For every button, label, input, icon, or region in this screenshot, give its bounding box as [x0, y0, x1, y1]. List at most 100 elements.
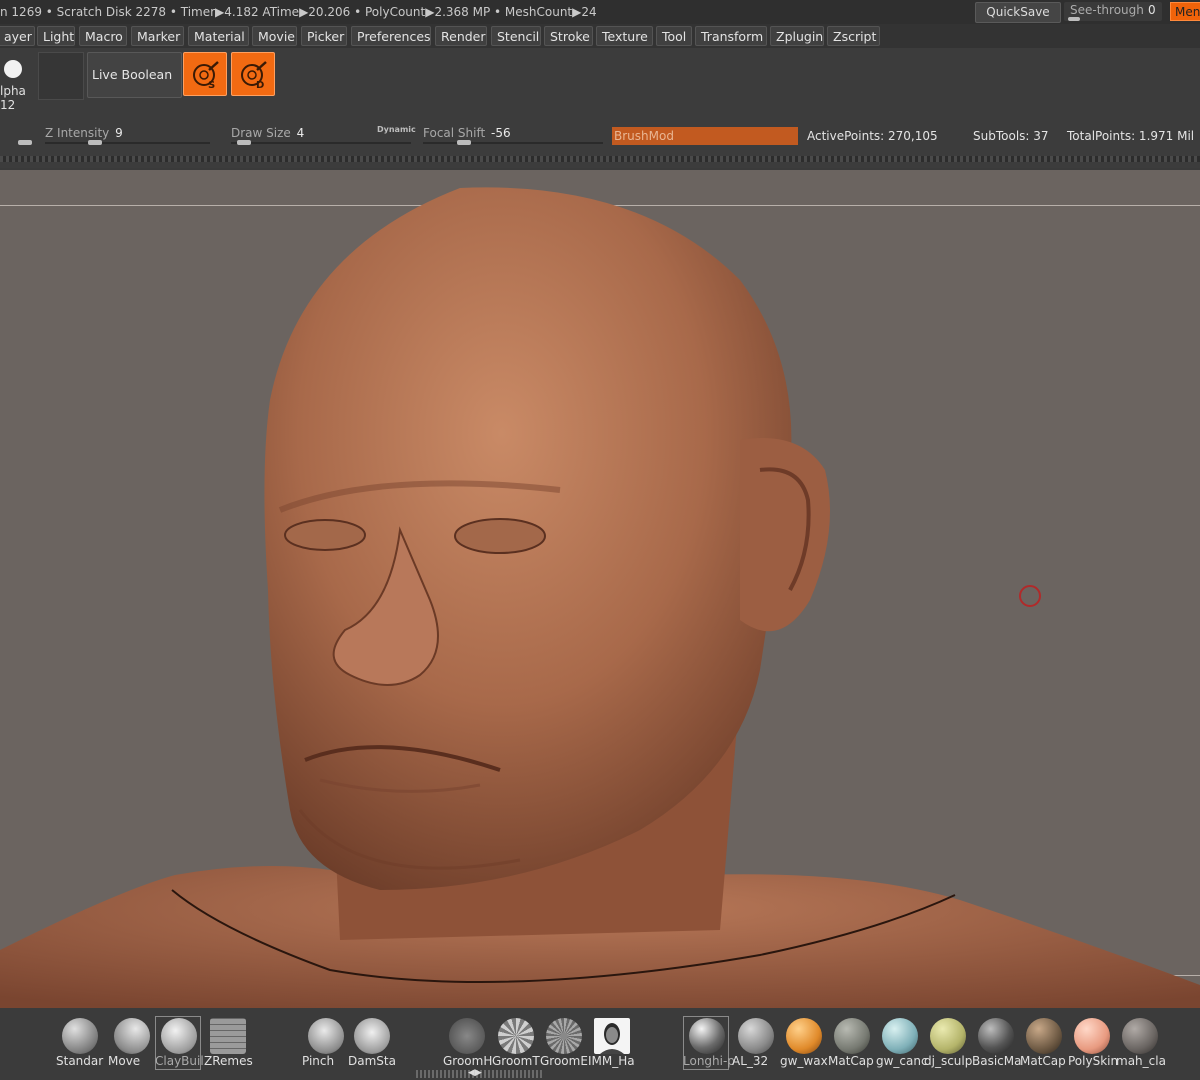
empty-shelf-slot[interactable] — [38, 52, 84, 100]
material-label: mah_cla — [1116, 1054, 1166, 1068]
dynamic-mode-icon: D — [241, 61, 267, 90]
menu-picker[interactable]: Picker — [301, 26, 347, 46]
zremesher-icon — [210, 1018, 246, 1054]
top-shelf: lpha 12 Live Boolean S D — [0, 48, 1200, 168]
material-sphere-icon — [978, 1018, 1014, 1054]
menu-material[interactable]: Material — [188, 26, 249, 46]
menu-render[interactable]: Render — [435, 26, 487, 46]
draw-size-track[interactable] — [231, 142, 411, 144]
active-points-readout: ActivePoints: 270,105 — [807, 129, 938, 143]
focal-shift-track[interactable] — [423, 142, 603, 144]
draw-size-label: Draw Size — [231, 126, 291, 140]
material-mahclay[interactable]: mah_cla — [1116, 1014, 1166, 1070]
alpha-thumbnail — [4, 60, 22, 78]
z-intensity-label: Z Intensity — [45, 126, 110, 140]
zremesher-button[interactable]: ZRemes — [204, 1014, 254, 1070]
material-polyskin[interactable]: PolySkin — [1068, 1014, 1118, 1070]
damstandard-brush-icon — [354, 1018, 390, 1054]
total-points-readout: TotalPoints: 1.971 Mil — [1067, 129, 1195, 143]
material-sphere-icon — [786, 1018, 822, 1054]
see-through-label: See-through — [1070, 3, 1144, 17]
timeline-strip[interactable] — [0, 156, 1200, 162]
menu-stencil[interactable]: Stencil — [491, 26, 541, 46]
solo-letter: S — [208, 80, 215, 90]
menu-layer[interactable]: ayer — [0, 26, 35, 46]
menu-tool[interactable]: Tool — [656, 26, 692, 46]
menu-light[interactable]: Light — [37, 26, 75, 46]
material-djsculpt[interactable]: dj_sculp — [924, 1014, 974, 1070]
material-sphere-icon — [738, 1018, 774, 1054]
brushmod-slider[interactable]: BrushMod — [612, 127, 798, 145]
material-gwcandy[interactable]: gw_canc — [876, 1014, 928, 1070]
dynamic-letter: D — [256, 80, 264, 90]
solo-button[interactable]: S — [183, 52, 227, 96]
menus-toggle-button[interactable]: Men — [1170, 2, 1200, 21]
live-boolean-button[interactable]: Live Boolean — [87, 52, 182, 98]
material-sphere-icon — [882, 1018, 918, 1054]
see-through-slider[interactable]: See-through 0 — [1064, 2, 1162, 21]
brush-pinch[interactable]: Pinch — [302, 1014, 352, 1070]
menu-movie[interactable]: Movie — [252, 26, 297, 46]
menu-stroke[interactable]: Stroke — [544, 26, 593, 46]
menu-transform[interactable]: Transform — [695, 26, 767, 46]
material-sphere-icon — [1026, 1018, 1062, 1054]
brush-label: ZRemes — [204, 1054, 253, 1068]
see-through-knob[interactable] — [1068, 17, 1080, 21]
menu-marker[interactable]: Marker — [131, 26, 184, 46]
material-matcap-2[interactable]: MatCap — [1020, 1014, 1070, 1070]
brush-groomhair[interactable]: GroomH — [443, 1014, 493, 1070]
menu-texture[interactable]: Texture — [596, 26, 653, 46]
subtools-readout: SubTools: 37 — [973, 129, 1049, 143]
focal-shift-value: -56 — [491, 126, 511, 140]
brush-standard[interactable]: Standar — [56, 1014, 106, 1070]
material-matcap[interactable]: MatCap — [828, 1014, 878, 1070]
pinch-brush-icon — [308, 1018, 344, 1054]
z-intensity-track[interactable] — [45, 142, 210, 144]
scroll-arrows-icon[interactable]: ◀▶ — [468, 1068, 482, 1078]
brush-label: IMM_Ha — [588, 1054, 635, 1068]
material-longhi[interactable]: Longhi-p — [683, 1014, 735, 1070]
groom-brush-icon — [546, 1018, 582, 1054]
bottom-tray: Standar Move ClayBuil ZRemes Pinch DamSt… — [0, 1008, 1200, 1080]
groom-turbulence-brush-icon — [498, 1018, 534, 1054]
material-al32[interactable]: AL_32 — [732, 1014, 782, 1070]
brush-move[interactable]: Move — [108, 1014, 158, 1070]
brush-damstandard[interactable]: DamSta — [348, 1014, 398, 1070]
draw-size-slider[interactable]: Draw Size 4 — [231, 126, 304, 140]
material-sphere-icon — [834, 1018, 870, 1054]
alpha-button[interactable]: lpha 12 — [0, 50, 36, 112]
brush-groom[interactable]: GroomE — [540, 1014, 590, 1070]
menu-preferences[interactable]: Preferences — [351, 26, 431, 46]
z-intensity-slider[interactable]: Z Intensity 9 — [45, 126, 123, 140]
move-brush-icon — [114, 1018, 150, 1054]
groom-hair-brush-icon — [449, 1018, 485, 1054]
brush-claybuildup[interactable]: ClayBuil — [155, 1014, 205, 1070]
canvas-viewport[interactable] — [0, 170, 1200, 1008]
claybuildup-brush-icon — [161, 1018, 197, 1054]
material-sphere-icon — [1122, 1018, 1158, 1054]
dynamic-toggle[interactable]: Dynamic — [377, 125, 416, 134]
material-basicmaterial[interactable]: BasicMa — [972, 1014, 1022, 1070]
draw-size-value: 4 — [296, 126, 305, 140]
focal-shift-label: Focal Shift — [423, 126, 486, 140]
focal-shift-knob[interactable] — [457, 140, 471, 145]
left-slider-knob[interactable] — [18, 140, 32, 145]
alpha-label: lpha 12 — [0, 84, 26, 112]
focal-shift-slider[interactable]: Focal Shift -56 — [423, 126, 511, 140]
brush-groomturbulence[interactable]: GroomT — [492, 1014, 542, 1070]
menu-zplugin[interactable]: Zplugin — [770, 26, 824, 46]
live-boolean-label: Live Boolean — [92, 67, 173, 82]
menu-macro[interactable]: Macro — [79, 26, 127, 46]
solo-mode-icon: S — [193, 61, 219, 90]
menu-zscript[interactable]: Zscript — [827, 26, 880, 46]
brush-label: DamSta — [348, 1054, 396, 1068]
z-intensity-value: 9 — [115, 126, 123, 140]
material-gwwax[interactable]: gw_wax — [780, 1014, 830, 1070]
material-sphere-icon — [689, 1018, 725, 1054]
draw-size-knob[interactable] — [237, 140, 251, 145]
quicksave-button[interactable]: QuickSave — [975, 2, 1061, 23]
brush-imm-head[interactable]: IMM_Ha — [588, 1014, 638, 1070]
z-intensity-knob[interactable] — [88, 140, 102, 145]
dynamic-button[interactable]: D — [231, 52, 275, 96]
material-sphere-icon — [930, 1018, 966, 1054]
